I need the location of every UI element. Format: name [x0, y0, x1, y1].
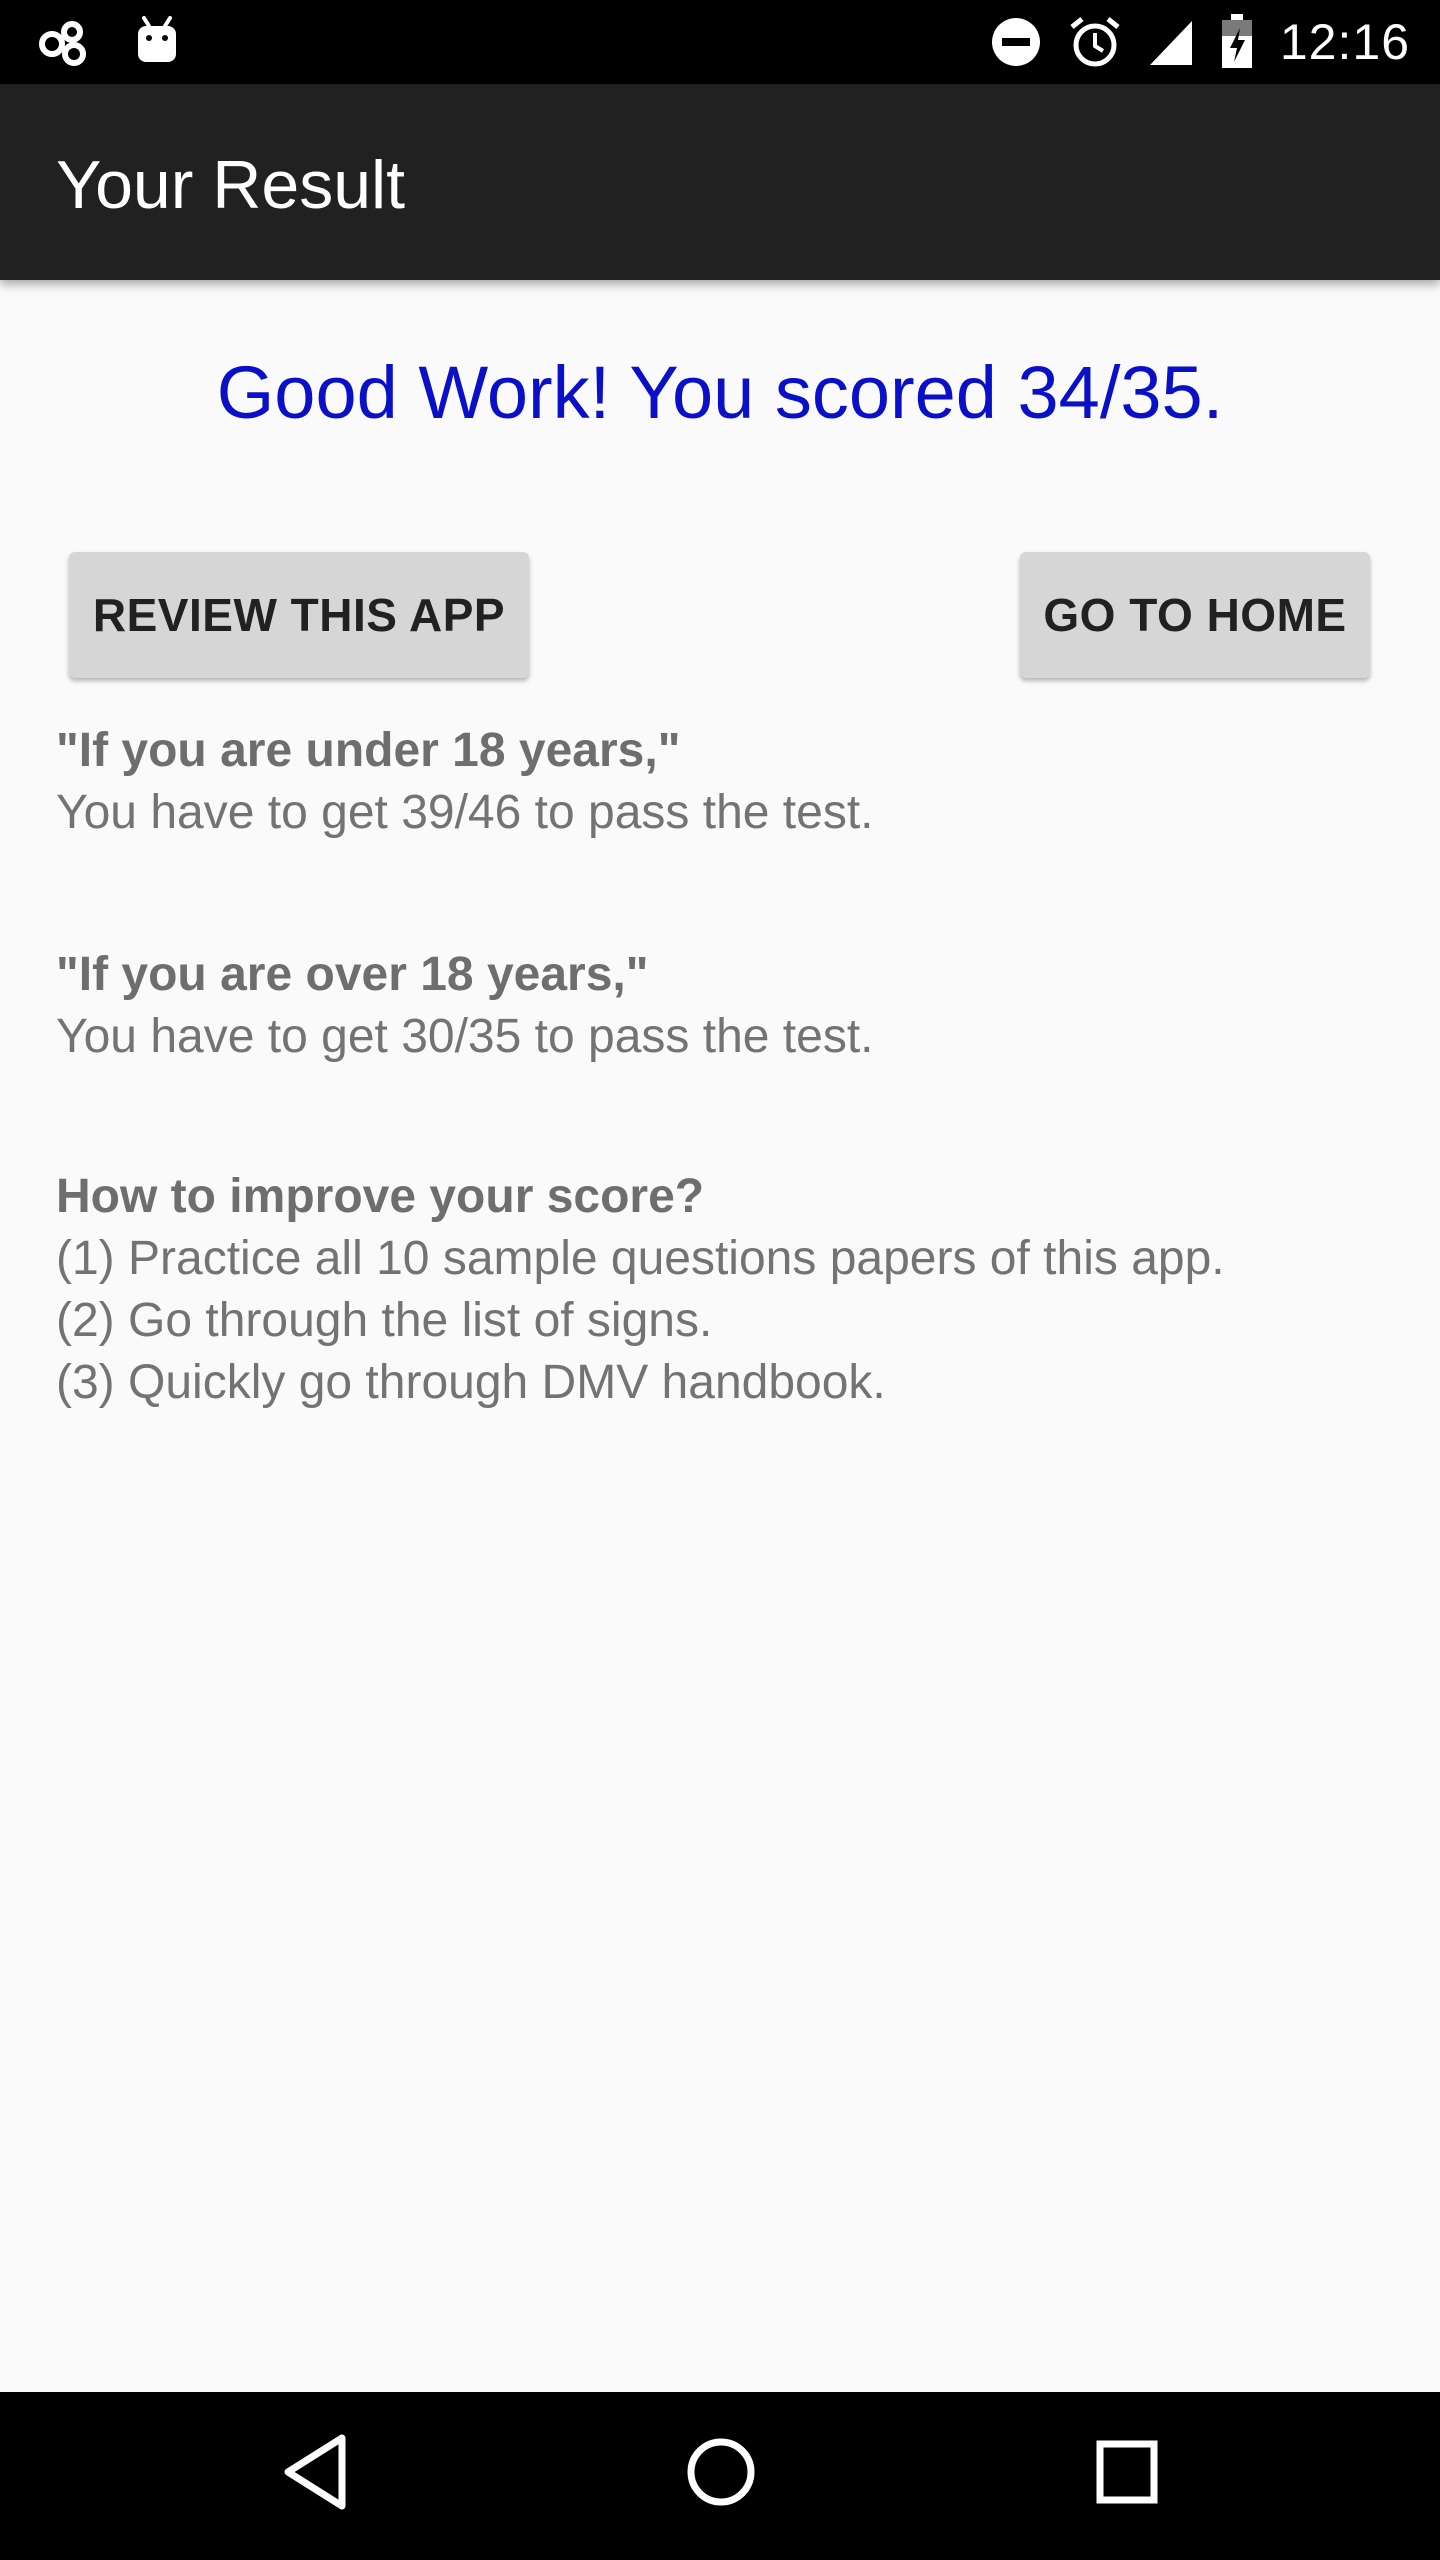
status-right-icons: 12:16: [990, 12, 1410, 72]
page-title: Your Result: [56, 147, 406, 223]
tip-item: (2) Go through the list of signs.: [56, 1294, 713, 1347]
under-18-heading: "If you are under 18 years,": [56, 724, 681, 777]
improve-section: How to improve your score? (1) Practice …: [56, 1166, 1225, 1414]
status-time: 12:16: [1279, 14, 1410, 70]
tip-item: (3) Quickly go through DMV handbook.: [56, 1356, 886, 1409]
home-icon[interactable]: [683, 2432, 759, 2512]
battery-charging-icon: [1221, 14, 1252, 68]
recents-icon[interactable]: [1092, 2432, 1162, 2512]
under-18-text: You have to get 39/46 to pass the test.: [56, 786, 874, 839]
under-18-section: "If you are under 18 years," You have to…: [56, 720, 874, 844]
android-icon: [138, 16, 176, 62]
tip-item: (1) Practice all 10 sample questions pap…: [56, 1232, 1225, 1285]
do-not-disturb-icon: [991, 18, 1040, 66]
navigation-bar: [0, 2392, 1440, 2560]
status-left-icons: [38, 14, 180, 68]
review-app-button[interactable]: REVIEW THIS APP: [69, 552, 529, 678]
over-18-section: "If you are over 18 years," You have to …: [56, 944, 874, 1068]
alarm-icon: [1070, 17, 1120, 67]
signal-icon: [1149, 21, 1192, 65]
score-message: Good Work! You scored 34/35.: [216, 351, 1224, 434]
back-icon[interactable]: [280, 2432, 350, 2512]
improve-heading: How to improve your score?: [56, 1170, 705, 1223]
status-bar: 12:16: [0, 0, 1440, 84]
go-home-button[interactable]: GO TO HOME: [1020, 552, 1370, 678]
over-18-text: You have to get 30/35 to pass the test.: [56, 1010, 874, 1063]
infinity-icon: [39, 21, 86, 66]
app-bar: Your Result: [0, 84, 1440, 280]
result-content: Good Work! You scored 34/35. REVIEW THIS…: [0, 280, 1440, 2390]
over-18-heading: "If you are over 18 years,": [56, 948, 649, 1001]
